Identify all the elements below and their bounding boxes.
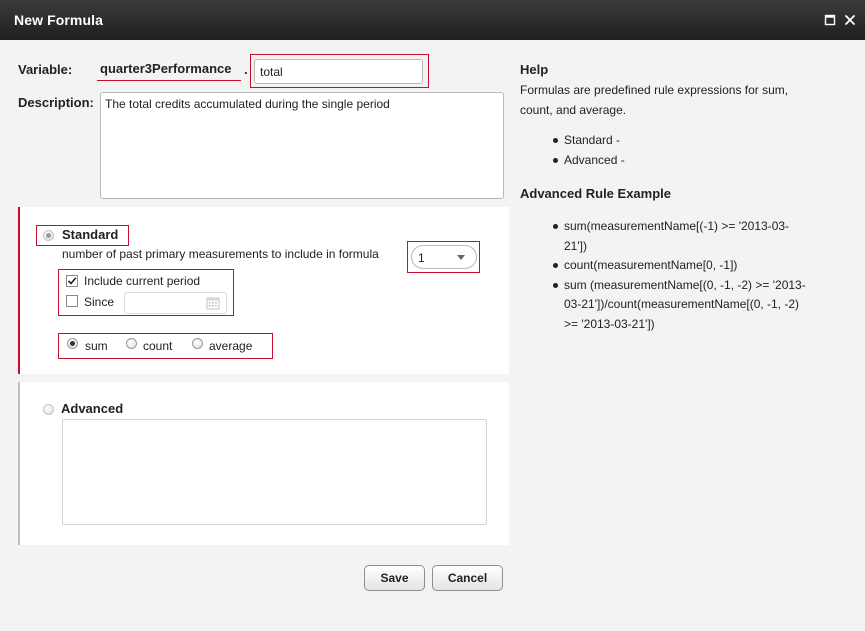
variable-name-underline: quarter3Performance [97, 57, 241, 81]
example-item: sum (measurementName[(0, -1, -2) >= '201… [552, 276, 807, 335]
save-button[interactable]: Save [364, 565, 425, 591]
advanced-label: Advanced [61, 401, 124, 416]
advanced-expression-textarea[interactable] [62, 419, 487, 525]
description-label: Description: [18, 95, 94, 110]
help-description: Formulas are predefined rule expressions… [520, 83, 789, 117]
example-item: sum(measurementName[(-1) >= '2013-03-21'… [552, 217, 807, 256]
average-radio[interactable] [192, 338, 203, 349]
include-current-checkbox[interactable] [66, 275, 78, 287]
advanced-examples-list: sum(measurementName[(-1) >= '2013-03-21'… [552, 217, 807, 334]
chevron-down-icon [457, 255, 465, 260]
past-measurements-value: 1 [418, 251, 425, 265]
help-items-list: Standard - Advanced - [552, 131, 625, 170]
average-label: average [209, 339, 253, 353]
description-textarea[interactable]: The total credits accumulated during the… [100, 92, 504, 199]
title-bar[interactable]: New Formula [0, 0, 865, 40]
count-radio[interactable] [126, 338, 137, 349]
count-label: count [143, 339, 173, 353]
dialog-title: New Formula [14, 12, 104, 28]
advanced-example-title: Advanced Rule Example [520, 186, 671, 201]
help-title: Help [520, 62, 549, 77]
close-icon[interactable] [843, 13, 857, 27]
since-label: Since [84, 295, 115, 309]
variable-field-input[interactable] [254, 59, 423, 84]
cancel-button[interactable]: Cancel [432, 565, 503, 591]
example-item: count(measurementName[0, -1]) [552, 256, 807, 276]
calendar-icon[interactable] [206, 296, 220, 310]
new-formula-dialog: New Formula Variable: quarter3Performanc… [0, 0, 865, 631]
sum-radio[interactable] [67, 338, 78, 349]
help-item-standard: Standard - [552, 131, 625, 151]
maximize-icon[interactable] [823, 13, 837, 27]
include-current-label: Include current period [84, 274, 201, 288]
sum-label: sum [85, 339, 108, 353]
past-measurements-select[interactable]: 1 [411, 245, 477, 269]
since-checkbox[interactable] [66, 295, 78, 307]
variable-label: Variable: [18, 62, 73, 77]
help-item-advanced: Advanced - [552, 151, 625, 171]
advanced-radio[interactable] [43, 404, 54, 415]
past-measurements-label: number of past primary measurements to i… [62, 247, 379, 261]
variable-name: quarter3Performance [100, 61, 232, 76]
standard-label: Standard [62, 227, 119, 242]
variable-separator: . [244, 62, 248, 77]
standard-radio[interactable] [43, 230, 54, 241]
